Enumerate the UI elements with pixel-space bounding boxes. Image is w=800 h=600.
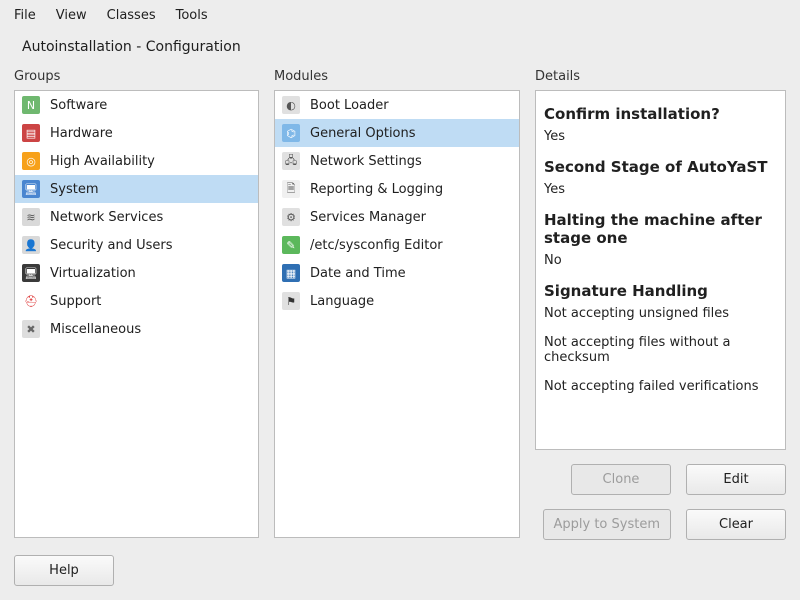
group-item-label: Virtualization <box>50 266 136 281</box>
details-heading: Confirm installation? <box>544 105 773 123</box>
support-icon: ⛑ <box>22 292 40 310</box>
group-item-label: Network Services <box>50 210 163 225</box>
module-item[interactable]: ▦ Date and Time <box>275 259 519 287</box>
group-item[interactable]: 👤 Security and Users <box>15 231 258 259</box>
clear-button[interactable]: Clear <box>686 509 786 540</box>
group-item[interactable]: N Software <box>15 91 258 119</box>
report-icon: 🗎 <box>282 180 300 198</box>
ha-icon: ◎ <box>22 152 40 170</box>
sysconfig-icon: ✎ <box>282 236 300 254</box>
module-item[interactable]: ⚑ Language <box>275 287 519 315</box>
menu-classes[interactable]: Classes <box>107 8 156 23</box>
virt-icon: 🖥 <box>22 264 40 282</box>
help-button[interactable]: Help <box>14 555 114 586</box>
details-heading: Second Stage of AutoYaST <box>544 158 773 176</box>
module-item-label: Reporting & Logging <box>310 182 443 197</box>
details-value: Not accepting failed verifications <box>544 379 773 394</box>
module-item-label: Services Manager <box>310 210 426 225</box>
details-value: No <box>544 253 773 268</box>
group-item[interactable]: ◎ High Availability <box>15 147 258 175</box>
module-item-label: Language <box>310 294 374 309</box>
groups-column: Groups N Software ▤ Hardware ◎ High Availabil… <box>14 69 259 540</box>
main-columns: Groups N Software ▤ Hardware ◎ High Availabil… <box>0 69 800 540</box>
module-item[interactable]: ⚙ Services Manager <box>275 203 519 231</box>
module-item[interactable]: ✎ /etc/sysconfig Editor <box>275 231 519 259</box>
module-item-label: Date and Time <box>310 266 406 281</box>
boot-icon: ◐ <box>282 96 300 114</box>
details-value: Not accepting files without a checksum <box>544 335 773 365</box>
services-icon: ⚙ <box>282 208 300 226</box>
group-item[interactable]: 🖥 System <box>15 175 258 203</box>
modules-column: Modules ◐ Boot Loader ⌬ General Options 🖧 Net… <box>274 69 520 540</box>
general-icon: ⌬ <box>282 124 300 142</box>
group-item-label: High Availability <box>50 154 155 169</box>
menubar: File View Classes Tools <box>0 0 800 27</box>
apply-button: Apply to System <box>543 509 672 540</box>
hardware-icon: ▤ <box>22 124 40 142</box>
module-item[interactable]: ◐ Boot Loader <box>275 91 519 119</box>
modules-label: Modules <box>274 69 520 90</box>
groups-label: Groups <box>14 69 259 90</box>
details-value: Yes <box>544 129 773 144</box>
netset-icon: 🖧 <box>282 152 300 170</box>
details-value: Yes <box>544 182 773 197</box>
module-item[interactable]: 🖧 Network Settings <box>275 147 519 175</box>
group-item-label: Miscellaneous <box>50 322 141 337</box>
clone-button: Clone <box>571 464 671 495</box>
module-item-label: Boot Loader <box>310 98 389 113</box>
group-item-label: System <box>50 182 98 197</box>
details-heading: Signature Handling <box>544 282 773 300</box>
button-row-2: Apply to System Clear <box>535 509 786 540</box>
menu-tools[interactable]: Tools <box>176 8 208 23</box>
module-item-label: Network Settings <box>310 154 422 169</box>
module-item-label: /etc/sysconfig Editor <box>310 238 443 253</box>
group-item[interactable]: ≋ Network Services <box>15 203 258 231</box>
security-icon: 👤 <box>22 236 40 254</box>
group-item[interactable]: 🖥 Virtualization <box>15 259 258 287</box>
group-item[interactable]: ▤ Hardware <box>15 119 258 147</box>
software-icon: N <box>22 96 40 114</box>
net-services-icon: ≋ <box>22 208 40 226</box>
group-item[interactable]: ⛑ Support <box>15 287 258 315</box>
edit-button[interactable]: Edit <box>686 464 786 495</box>
group-item-label: Hardware <box>50 126 113 141</box>
system-icon: 🖥 <box>22 180 40 198</box>
group-item-label: Support <box>50 294 101 309</box>
details-label: Details <box>535 69 786 90</box>
misc-icon: ✖ <box>22 320 40 338</box>
button-row-1: Clone Edit <box>535 464 786 495</box>
group-item-label: Software <box>50 98 107 113</box>
module-item[interactable]: 🗎 Reporting & Logging <box>275 175 519 203</box>
module-item-label: General Options <box>310 126 416 141</box>
menu-view[interactable]: View <box>56 8 87 23</box>
module-item[interactable]: ⌬ General Options <box>275 119 519 147</box>
group-item-label: Security and Users <box>50 238 173 253</box>
page-title: Autoinstallation - Configuration <box>0 27 800 69</box>
group-item[interactable]: ✖ Miscellaneous <box>15 315 258 343</box>
details-column: Details Confirm installation? Yes Second S… <box>535 69 786 540</box>
modules-panel: ◐ Boot Loader ⌬ General Options 🖧 Network Set… <box>274 90 520 538</box>
details-heading: Halting the machine after stage one <box>544 211 773 247</box>
language-icon: ⚑ <box>282 292 300 310</box>
details-panel[interactable]: Confirm installation? Yes Second Stage of … <box>535 90 786 450</box>
details-value: Not accepting unsigned files <box>544 306 773 321</box>
menu-file[interactable]: File <box>14 8 36 23</box>
date-icon: ▦ <box>282 264 300 282</box>
groups-panel: N Software ▤ Hardware ◎ High Availability 🖥 Sys… <box>14 90 259 538</box>
